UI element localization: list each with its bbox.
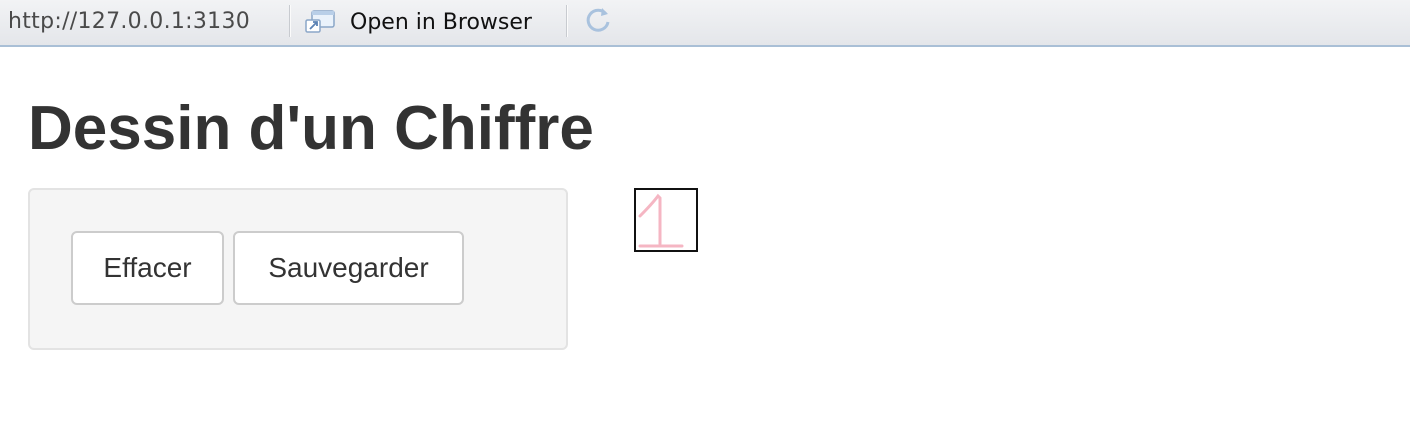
toolbar-divider — [566, 5, 568, 37]
drawn-digit — [638, 193, 684, 248]
drawing-canvas[interactable] — [634, 188, 698, 252]
save-button[interactable]: Sauvegarder — [233, 231, 464, 305]
url-display[interactable]: http://127.0.0.1:3130 — [8, 9, 250, 34]
clear-button[interactable]: Effacer — [71, 231, 224, 305]
toolbar-divider — [289, 5, 291, 37]
page-title: Dessin d'un Chiffre — [28, 94, 594, 163]
refresh-button[interactable] — [580, 4, 616, 40]
refresh-icon — [582, 4, 614, 41]
browser-toolbar: http://127.0.0.1:3130 Open in Browser — [0, 0, 1410, 47]
open-in-browser-icon — [304, 8, 338, 36]
open-in-browser-button[interactable]: Open in Browser — [304, 4, 532, 40]
open-in-browser-label: Open in Browser — [350, 9, 532, 35]
